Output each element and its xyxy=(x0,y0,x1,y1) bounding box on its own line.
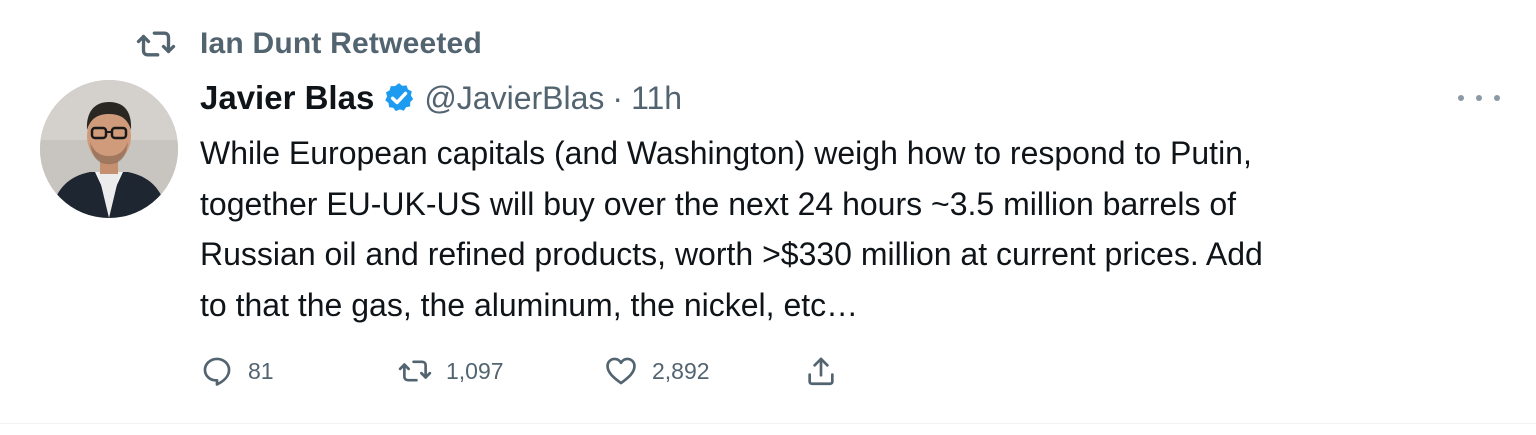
tweet-text-line: to that the gas, the aluminum, the nicke… xyxy=(200,286,859,323)
retweet-icon xyxy=(136,31,176,57)
retweet-icon xyxy=(398,360,432,382)
author-name[interactable]: Javier Blas xyxy=(200,79,374,117)
share-button[interactable] xyxy=(804,354,838,388)
reply-icon xyxy=(203,357,231,386)
retweet-button[interactable]: 1,097 xyxy=(398,354,604,388)
tweet-text-line: While European capitals (and Washington)… xyxy=(200,135,1252,171)
separator-dot: · xyxy=(612,79,624,116)
more-dot xyxy=(1494,95,1500,101)
retweeted-by-label[interactable]: Ian Dunt Retweeted xyxy=(200,27,482,61)
reply-count: 81 xyxy=(248,357,274,384)
avatar[interactable] xyxy=(40,80,178,218)
reply-button[interactable]: 81 xyxy=(200,354,398,388)
retweet-context: Ian Dunt Retweeted xyxy=(136,26,482,62)
like-count: 2,892 xyxy=(652,357,710,384)
retweet-count: 1,097 xyxy=(446,357,504,384)
heart-icon xyxy=(606,357,636,385)
more-dot xyxy=(1458,95,1464,101)
timestamp[interactable]: 11h xyxy=(631,80,682,117)
tweet-text-line: Russian oil and refined products, worth … xyxy=(200,236,1263,272)
more-options-icon[interactable] xyxy=(1456,88,1502,108)
more-dot xyxy=(1476,95,1482,101)
verified-badge-icon xyxy=(385,83,414,112)
share-icon xyxy=(808,357,834,386)
tweet[interactable]: Ian Dunt Retweeted Javier Blas @JavierBl… xyxy=(0,0,1536,435)
tweet-header: Javier Blas @JavierBlas · 11h xyxy=(200,78,682,118)
divider xyxy=(0,423,1536,424)
like-button[interactable]: 2,892 xyxy=(604,354,804,388)
tweet-actions: 81 1,097 2,892 xyxy=(200,350,960,392)
tweet-text: While European capitals (and Washington)… xyxy=(200,128,1510,330)
avatar-photo xyxy=(40,80,178,218)
tweet-text-line: together EU-UK-US will buy over the next… xyxy=(200,185,1237,222)
author-handle[interactable]: @JavierBlas xyxy=(424,80,604,117)
